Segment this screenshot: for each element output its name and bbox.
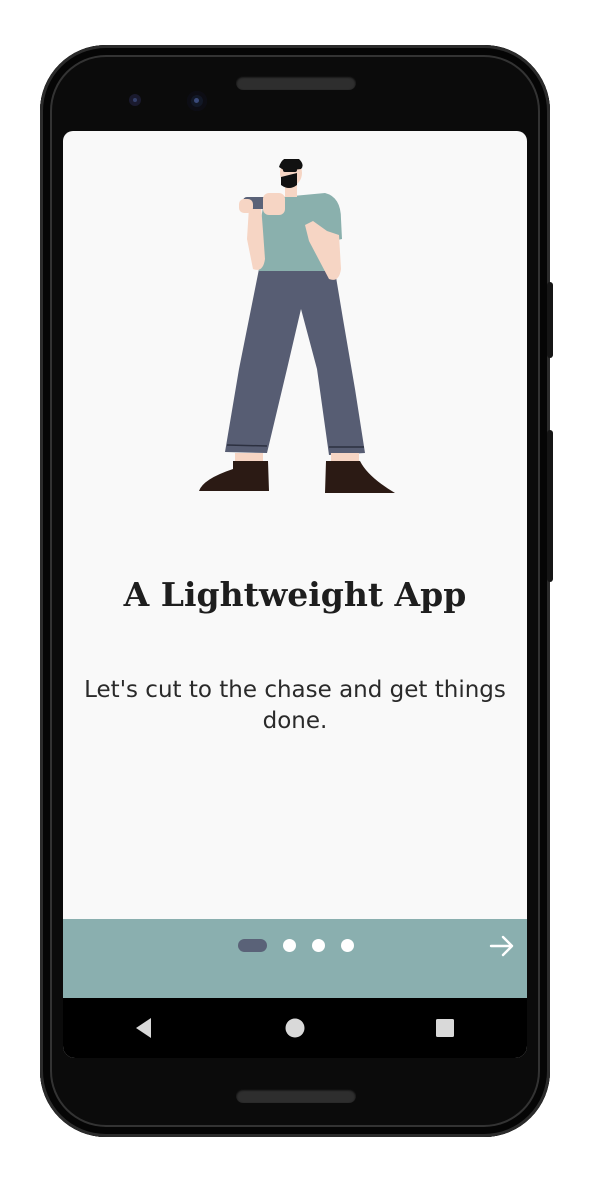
- onboarding-bottom-bar: [63, 919, 527, 998]
- app-screen: A Lightweight App Let's cut to the chase…: [63, 131, 527, 1058]
- back-triangle-icon[interactable]: [132, 1015, 158, 1041]
- home-circle-icon[interactable]: [282, 1015, 308, 1041]
- onboarding-subtitle: Let's cut to the chase and get things do…: [84, 677, 506, 734]
- person-with-phone-illustration: [199, 159, 395, 493]
- arrow-right-icon[interactable]: [488, 932, 516, 960]
- page-indicator-dot-active[interactable]: [238, 938, 267, 952]
- onboarding-title: A Lightweight App: [123, 575, 467, 614]
- sensor-icon: [129, 94, 141, 106]
- bottom-speaker: [236, 1089, 356, 1103]
- system-nav-bar: [63, 998, 527, 1058]
- volume-button: [547, 430, 553, 582]
- page-indicator-dot[interactable]: [312, 938, 325, 952]
- page-indicator-dot[interactable]: [283, 938, 296, 952]
- power-button: [547, 282, 553, 358]
- page-indicator-dot[interactable]: [341, 938, 354, 952]
- front-camera-icon: [187, 91, 207, 111]
- earpiece-speaker: [236, 76, 356, 90]
- page-indicator: [238, 938, 370, 952]
- recents-square-icon[interactable]: [432, 1015, 458, 1041]
